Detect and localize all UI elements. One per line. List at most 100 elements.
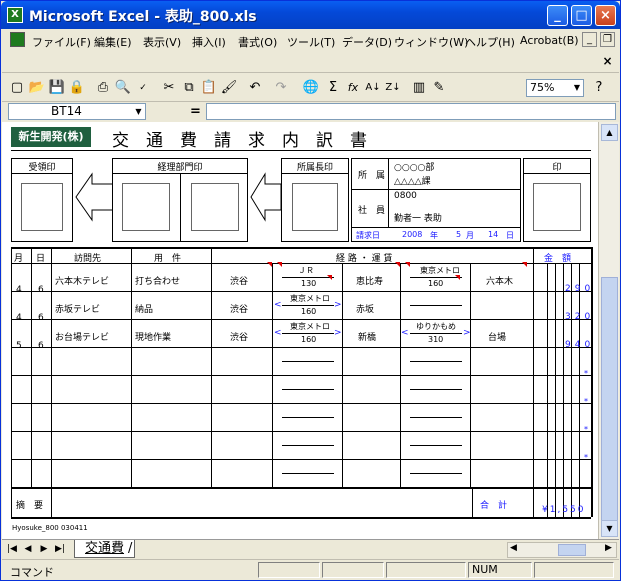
last-sheet-icon[interactable]: ▶| xyxy=(54,543,66,556)
department-line-2: △△△△課 xyxy=(394,177,431,187)
permission-icon[interactable]: 🔒 xyxy=(68,79,86,97)
scroll-right-icon[interactable]: ▶ xyxy=(605,543,612,553)
menu-format[interactable]: 書式(O) xyxy=(238,34,277,50)
request-date-year: 2008 xyxy=(402,230,423,239)
name-box[interactable]: BT14 ▼ xyxy=(8,103,146,120)
hyperlink-icon[interactable]: 🌐 xyxy=(302,79,320,97)
scroll-thumb[interactable] xyxy=(558,544,586,556)
doc-restore-button[interactable]: ❐ xyxy=(600,32,615,47)
grid-line xyxy=(282,473,334,474)
formula-bar: BT14 ▼ = xyxy=(2,102,619,122)
next-sheet-icon[interactable]: ▶ xyxy=(38,543,50,556)
row2-month: 4 xyxy=(16,313,22,323)
title-bar[interactable]: X Microsoft Excel - 表助_800.xls _ □ × xyxy=(1,1,620,29)
close-button[interactable]: × xyxy=(595,5,616,26)
print-preview-icon[interactable]: 🔍 xyxy=(114,79,132,97)
workbook-icon[interactable] xyxy=(10,32,25,47)
menu-file[interactable]: ファイル(F) xyxy=(32,34,91,50)
menu-acrobat[interactable]: Acrobat(B) xyxy=(520,34,579,47)
open-icon[interactable]: 📂 xyxy=(28,79,46,97)
scroll-thumb[interactable] xyxy=(601,277,618,535)
menu-window[interactable]: ウィンドウ(W) xyxy=(394,34,468,50)
new-icon[interactable]: ▢ xyxy=(8,79,26,97)
grid-line xyxy=(342,263,343,487)
format-painter-icon[interactable]: 🖌 xyxy=(220,79,238,97)
grid-line xyxy=(31,247,32,487)
excel-icon[interactable]: X xyxy=(7,7,23,23)
manager-stamp-box: 所属長印 xyxy=(281,158,349,242)
grid-line xyxy=(211,247,212,487)
grid-line xyxy=(533,247,534,487)
sort-desc-icon[interactable]: Z↓ xyxy=(384,79,402,97)
horizontal-scrollbar[interactable]: ◀ ▶ xyxy=(507,542,617,558)
sort-asc-icon[interactable]: A↓ xyxy=(364,79,382,97)
formula-input[interactable] xyxy=(206,103,616,120)
chart-wizard-icon[interactable]: ▥ xyxy=(410,79,428,97)
menu-view[interactable]: 表示(V) xyxy=(143,34,181,50)
chevron-down-icon[interactable]: ▼ xyxy=(132,104,145,119)
worksheet[interactable]: 新生開発(株) 交 通 費 請 求 内 訳 書 受領印 経理部門印 所属長印 所… xyxy=(2,122,598,539)
comment-indicator-icon[interactable] xyxy=(267,262,272,267)
empty-row-mark: * xyxy=(584,425,588,434)
comment-indicator-icon[interactable] xyxy=(327,275,332,280)
row3-line-2: ゆりかもめ xyxy=(416,322,456,331)
save-icon[interactable]: 💾 xyxy=(48,79,66,97)
undo-icon[interactable]: ↶ xyxy=(246,79,264,97)
arrow-left-icon xyxy=(75,172,115,222)
comment-indicator-icon[interactable] xyxy=(405,262,410,267)
department-line-1: ○○○○部 xyxy=(394,163,435,173)
menu-data[interactable]: データ(D) xyxy=(342,34,392,50)
grid-line xyxy=(555,263,556,517)
paste-icon[interactable]: 📋 xyxy=(200,79,218,97)
row1-line-1: ＪＲ xyxy=(298,266,314,275)
row3-line-1: 東京メトロ xyxy=(290,322,330,331)
autosum-icon[interactable]: Σ xyxy=(324,79,342,97)
comment-indicator-icon[interactable] xyxy=(277,262,282,267)
employee-number: 0800 xyxy=(394,191,417,201)
function-icon[interactable]: fx xyxy=(344,79,362,97)
minimize-button[interactable]: _ xyxy=(547,5,568,26)
menu-tools[interactable]: ツール(T) xyxy=(287,34,335,50)
comment-indicator-icon[interactable] xyxy=(522,262,527,267)
row2-station-2: 赤坂 xyxy=(356,305,375,315)
row1-line-2: 東京メトロ xyxy=(420,266,460,275)
row2-line-1: 東京メトロ xyxy=(290,294,330,303)
row1-fare-2: 160 xyxy=(428,279,444,288)
copy-icon[interactable]: ⧉ xyxy=(180,79,198,97)
doc-close-button[interactable]: × xyxy=(600,54,615,69)
help-icon[interactable]: ? xyxy=(590,79,608,97)
menu-insert[interactable]: 挿入(I) xyxy=(192,34,226,50)
grid-line xyxy=(470,263,471,487)
row3-station-2: 新橋 xyxy=(358,333,377,343)
print-icon[interactable]: ⎙ xyxy=(94,79,112,97)
cut-icon[interactable]: ✂ xyxy=(160,79,178,97)
menu-help[interactable]: ヘルプ(H) xyxy=(465,34,515,50)
redo-icon[interactable]: ↷ xyxy=(272,79,290,97)
comment-indicator-icon[interactable] xyxy=(455,275,460,280)
spelling-icon[interactable]: ✓ xyxy=(134,79,152,97)
drawing-icon[interactable]: ✎ xyxy=(430,79,448,97)
scroll-down-icon[interactable]: ▼ xyxy=(601,520,618,537)
prev-sheet-icon[interactable]: ◀ xyxy=(22,543,34,556)
row1-station-1: 渋谷 xyxy=(230,277,249,287)
comment-indicator-icon[interactable] xyxy=(395,262,400,267)
zoom-select[interactable]: 75% ▼ xyxy=(526,79,584,97)
grid-line xyxy=(11,375,591,376)
seal-stamp-box: 印 xyxy=(523,158,591,242)
scroll-up-icon[interactable]: ▲ xyxy=(601,124,618,141)
scroll-left-icon[interactable]: ◀ xyxy=(510,543,517,553)
total-label: 合 計 xyxy=(480,501,508,511)
menu-edit[interactable]: 編集(E) xyxy=(94,34,132,50)
chevron-down-icon[interactable]: ▼ xyxy=(571,80,583,96)
doc-minimize-button[interactable]: _ xyxy=(582,32,597,47)
sheet-tab-transport[interactable]: 交通費 xyxy=(74,540,136,558)
maximize-button[interactable]: □ xyxy=(571,5,592,26)
vertical-scrollbar[interactable]: ▲ ▼ xyxy=(598,122,619,539)
row2-fare-1: 160 xyxy=(301,307,317,316)
chevron-left-icon: < xyxy=(274,300,282,310)
request-date-month: 5 xyxy=(456,230,462,239)
grid-line xyxy=(410,473,462,474)
first-sheet-icon[interactable]: |◀ xyxy=(6,543,18,556)
grid-line xyxy=(410,333,462,334)
grid-line xyxy=(579,263,580,517)
